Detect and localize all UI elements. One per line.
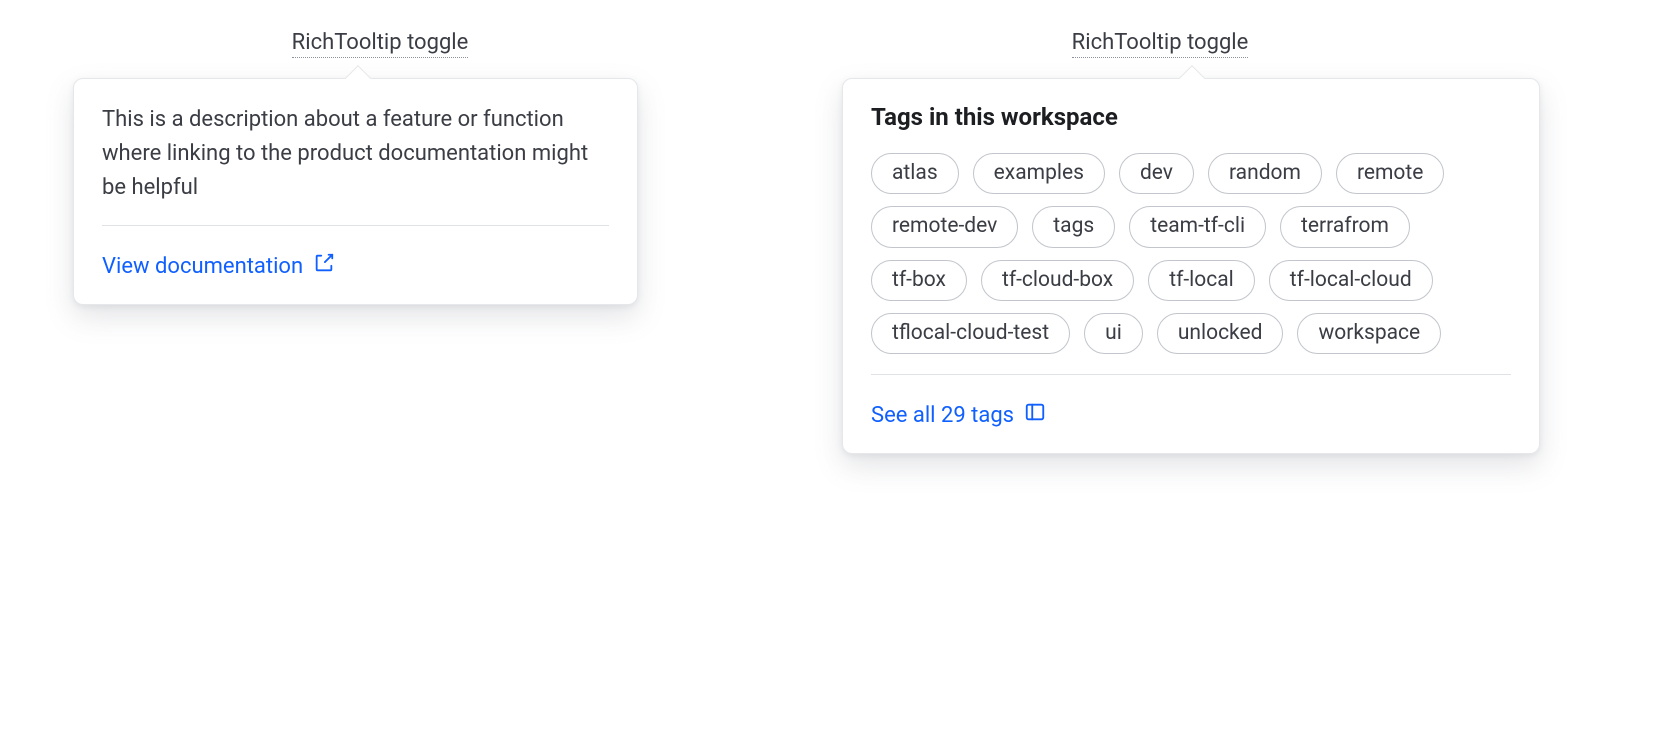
tag: tf-local-cloud	[1269, 260, 1433, 301]
divider	[102, 225, 609, 226]
see-all-tags-link[interactable]: See all 29 tags	[871, 401, 1046, 429]
tag: tf-box	[871, 260, 967, 301]
tag: workspace	[1297, 313, 1441, 354]
tag-list: atlas examples dev random remote remote-dev ta…	[871, 153, 1511, 354]
tooltip-toggle[interactable]: RichTooltip toggle	[1072, 30, 1249, 58]
divider	[871, 374, 1511, 375]
tag: team-tf-cli	[1129, 206, 1266, 247]
tag: unlocked	[1157, 313, 1284, 354]
tag: tflocal-cloud-test	[871, 313, 1070, 354]
tooltip-example-documentation: RichTooltip toggle This is a description…	[60, 30, 700, 454]
tag: tf-local	[1148, 260, 1255, 301]
tag: remote	[1336, 153, 1444, 194]
tooltip-description: This is a description about a feature or…	[102, 103, 609, 205]
tag: tf-cloud-box	[981, 260, 1134, 301]
tooltip-popover: Tags in this workspace atlasexamplesdevr…	[842, 78, 1540, 454]
link-label: See all 29 tags	[871, 403, 1014, 428]
tooltip-title: Tags in this workspace	[871, 103, 1511, 131]
tag: dev	[1119, 153, 1194, 194]
tag: random	[1208, 153, 1322, 194]
link-label: View documentation	[102, 254, 303, 279]
tag: remote-dev	[871, 206, 1018, 247]
tag: terrafrom	[1280, 206, 1410, 247]
external-link-icon	[313, 252, 335, 280]
view-documentation-link[interactable]: View documentation	[102, 252, 335, 280]
tooltip-example-tags: RichTooltip toggle Tags in this workspac…	[780, 30, 1540, 454]
tooltip-popover: This is a description about a feature or…	[73, 78, 638, 305]
tag: tags	[1032, 206, 1115, 247]
tag: atlas	[871, 153, 959, 194]
tooltip-toggle[interactable]: RichTooltip toggle	[292, 30, 469, 58]
sidebar-icon	[1024, 401, 1046, 429]
tag: ui	[1084, 313, 1143, 354]
tag: examples	[973, 153, 1105, 194]
